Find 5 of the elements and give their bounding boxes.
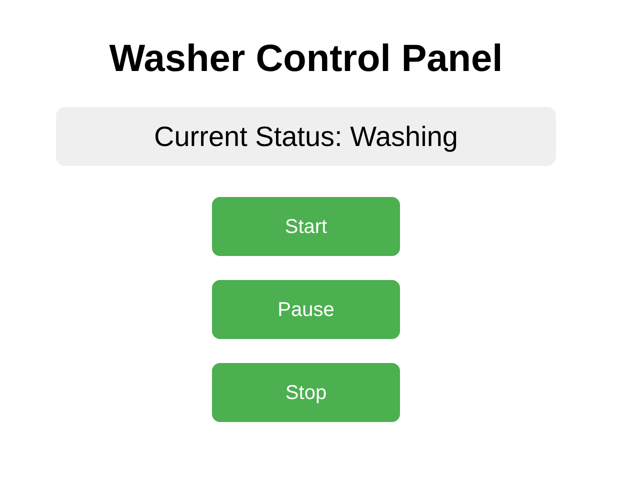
control-button[interactable]: Start — [212, 197, 400, 256]
page-title: Washer Control Panel — [109, 37, 503, 82]
control-button[interactable]: Stop — [212, 363, 400, 422]
control-button[interactable]: Pause — [212, 280, 400, 339]
status-display: Current Status: Washing — [56, 107, 556, 166]
